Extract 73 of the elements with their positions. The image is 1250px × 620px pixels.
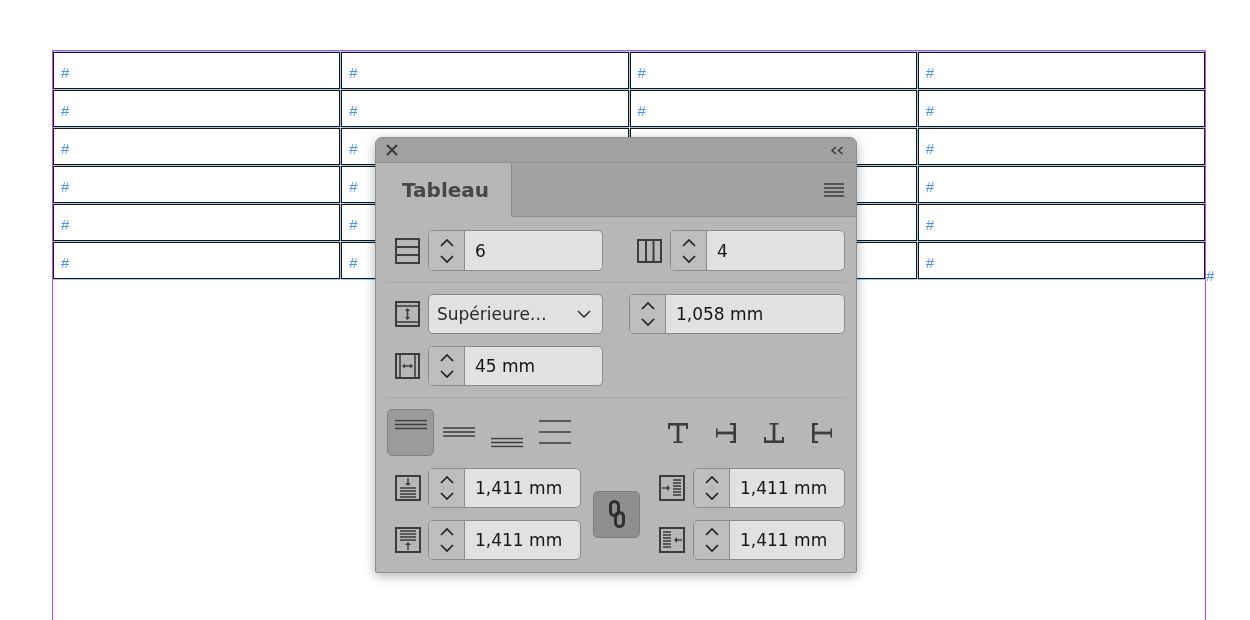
chevron-down-icon <box>577 310 591 318</box>
row-height-icon <box>395 301 420 327</box>
column-width-icon <box>395 353 420 379</box>
collapse-icon[interactable] <box>830 145 844 155</box>
stepper-button[interactable] <box>694 469 730 507</box>
menu-icon[interactable] <box>824 182 844 197</box>
table-cell: # <box>917 242 1205 279</box>
bottom-inset-icon <box>394 527 421 553</box>
align-lines-icon <box>490 437 523 447</box>
t-shape-icon <box>811 422 832 443</box>
number-field[interactable]: 1,058 mm <box>666 295 844 333</box>
up-down-chevron-icon <box>439 353 454 379</box>
t-shape-icon <box>763 422 784 443</box>
spin-box[interactable]: 1,411 mm <box>693 520 845 560</box>
spin-box[interactable]: 1,411 mm <box>428 520 581 560</box>
spin-box[interactable]: 4 <box>670 230 845 271</box>
table-cell: # <box>917 52 1205 89</box>
number-field[interactable]: 1,411 mm <box>730 521 844 559</box>
link-button[interactable] <box>593 490 640 538</box>
end-marker: # <box>1206 267 1215 284</box>
stepper-button[interactable] <box>429 347 465 385</box>
table-cell: # <box>629 52 917 89</box>
number-field[interactable]: 1,411 mm <box>465 521 580 559</box>
table-cell: # <box>53 52 341 89</box>
stepper-button[interactable] <box>630 295 666 333</box>
t-shape-icon <box>715 422 736 443</box>
right-inset-icon <box>659 527 685 553</box>
spin-box[interactable]: 45 mm <box>428 346 603 386</box>
table-cell: # <box>341 52 629 89</box>
number-field[interactable]: 1,411 mm <box>730 469 844 507</box>
table-cell: # <box>917 204 1205 241</box>
table-cell: # <box>917 128 1205 165</box>
table-cell: # <box>917 90 1205 127</box>
number-field[interactable]: 45 mm <box>465 347 602 385</box>
top-inset-icon <box>394 475 421 501</box>
dropdown[interactable]: Supérieure… <box>428 294 603 334</box>
spin-box[interactable]: 1,411 mm <box>428 468 581 508</box>
stepper-button[interactable] <box>671 231 707 270</box>
number-field[interactable]: 4 <box>707 231 844 270</box>
up-down-chevron-icon <box>704 527 719 553</box>
stepper-button[interactable] <box>694 521 730 559</box>
up-down-chevron-icon <box>439 527 454 553</box>
align-lines-icon <box>394 419 427 429</box>
spin-box[interactable]: 1,058 mm <box>629 294 845 334</box>
table-cell: # <box>53 90 341 127</box>
up-down-chevron-icon <box>439 237 454 264</box>
up-down-chevron-icon <box>704 475 719 501</box>
chain-link-icon <box>608 500 625 528</box>
up-down-chevron-icon <box>439 475 454 501</box>
left-inset-icon <box>659 475 685 501</box>
up-down-chevron-icon <box>681 237 696 264</box>
up-down-chevron-icon <box>640 301 655 327</box>
table-cell: # <box>917 166 1205 203</box>
table-cell: # <box>629 90 917 127</box>
rows-icon <box>395 237 420 264</box>
stepper-button[interactable] <box>429 521 465 559</box>
columns-icon <box>637 238 662 263</box>
stepper-button[interactable] <box>429 231 465 270</box>
table-cell: # <box>53 204 341 241</box>
align-lines-icon <box>442 426 475 437</box>
panel-tab[interactable]: Tableau <box>376 163 512 217</box>
vertical-align-button[interactable] <box>387 409 434 456</box>
number-field[interactable]: 1,411 mm <box>465 469 580 507</box>
spin-box[interactable]: 6 <box>428 230 603 271</box>
align-lines-icon <box>538 419 571 444</box>
table-cell: # <box>53 128 341 165</box>
t-shape-icon <box>667 422 688 443</box>
table-cell: # <box>341 90 629 127</box>
table-cell: # <box>53 166 341 203</box>
spin-box[interactable]: 1,411 mm <box>693 468 845 508</box>
close-icon[interactable] <box>386 144 398 156</box>
table-cell: # <box>53 242 341 279</box>
stepper-button[interactable] <box>429 469 465 507</box>
